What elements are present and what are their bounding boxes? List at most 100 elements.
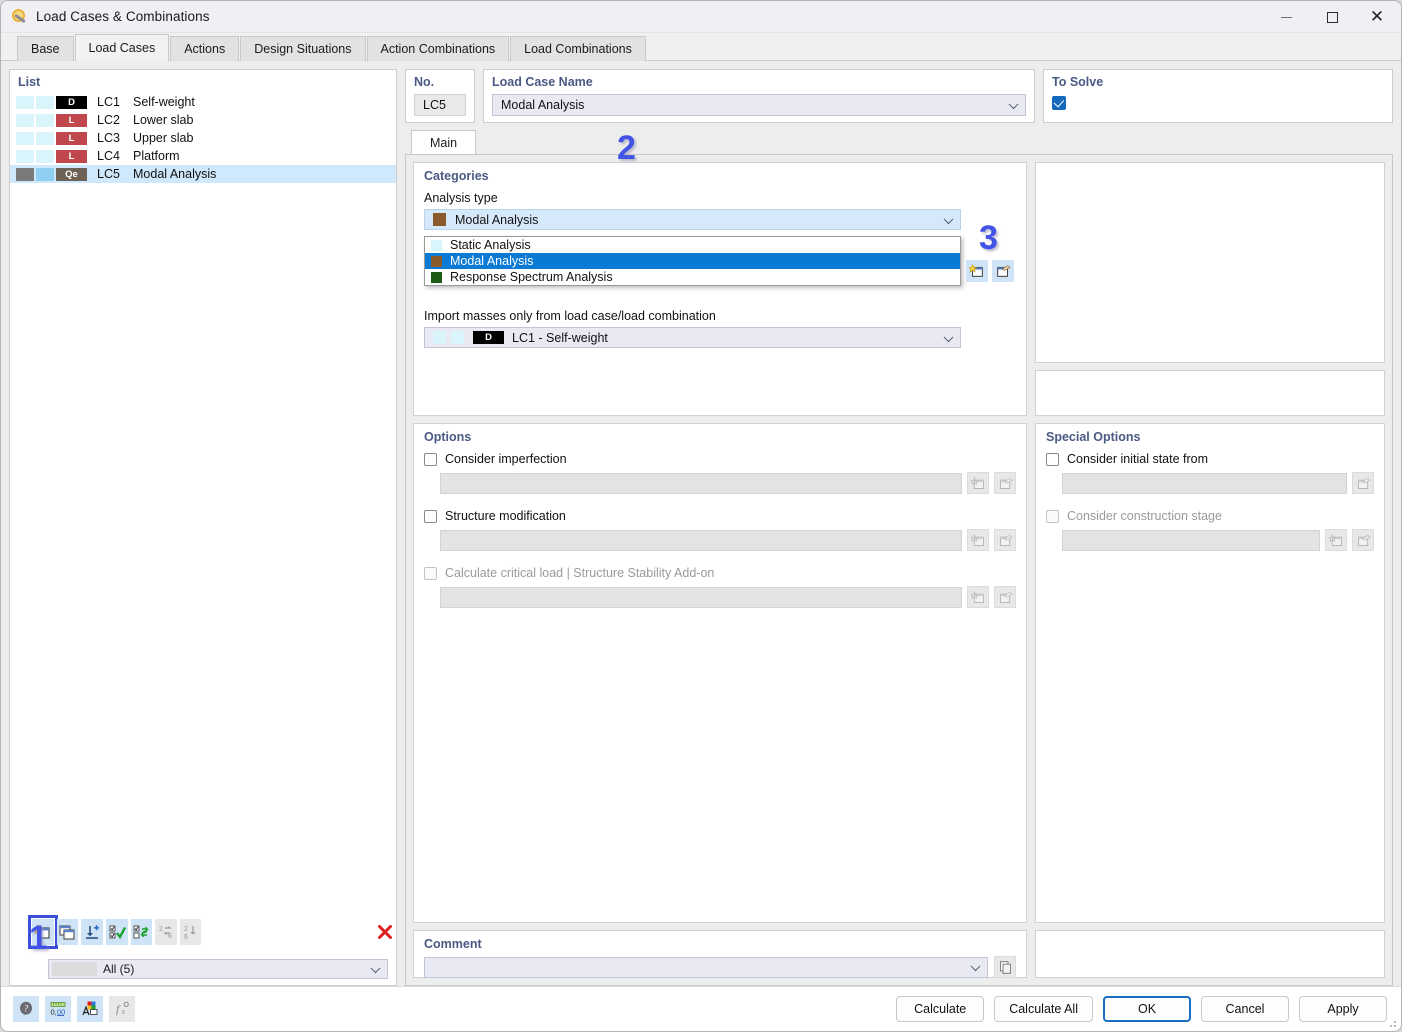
list-filter-label: All (5) xyxy=(103,962,135,976)
load-case-list[interactable]: D LC1 Self-weight L LC2 Lower slab L LC3 xyxy=(10,93,396,985)
consider-construction-stage-checkbox xyxy=(1046,509,1059,523)
dropdown-item-static-analysis[interactable]: Static Analysis xyxy=(425,237,960,253)
svg-text:6: 6 xyxy=(168,933,172,940)
help-button[interactable]: ? xyxy=(13,996,39,1022)
tab-design-situations[interactable]: Design Situations xyxy=(240,36,366,61)
load-case-name-input[interactable]: Modal Analysis xyxy=(492,94,1026,116)
calculate-critical-load-row: Calculate critical load | Structure Stab… xyxy=(424,566,1016,580)
calculate-critical-load-label: Calculate critical load | Structure Stab… xyxy=(445,566,715,580)
dialog-body: List D LC1 Self-weight L LC2 Lower slab xyxy=(1,61,1401,986)
dropdown-item-modal-analysis[interactable]: Modal Analysis xyxy=(425,253,960,269)
minimize-button[interactable] xyxy=(1263,1,1309,33)
select-all-button[interactable] xyxy=(105,919,128,945)
tab-main[interactable]: Main xyxy=(411,130,477,154)
units-button[interactable]: 0, 00 xyxy=(45,996,71,1022)
import-load-case-button[interactable] xyxy=(81,919,103,945)
to-solve-checkbox[interactable] xyxy=(1052,96,1066,110)
option-color-swatch xyxy=(431,255,442,267)
dropdown-item-response-spectrum-analysis[interactable]: Response Spectrum Analysis xyxy=(425,269,960,285)
structure-modification-checkbox[interactable] xyxy=(424,509,437,523)
structure-modification-row[interactable]: Structure modification xyxy=(424,509,1016,523)
chevron-down-icon xyxy=(1008,99,1019,110)
critical-load-input xyxy=(440,586,962,608)
load-case-name-value: Modal Analysis xyxy=(501,98,585,112)
delete-load-case-button[interactable] xyxy=(374,919,396,945)
edit-modal-settings-button[interactable] xyxy=(992,260,1014,282)
upper-right-empty-panel xyxy=(1035,162,1385,363)
copy-load-case-button[interactable] xyxy=(56,919,79,945)
row-name: Upper slab xyxy=(133,131,194,145)
consider-initial-state-checkbox[interactable] xyxy=(1046,452,1059,466)
table-row[interactable]: L LC3 Upper slab xyxy=(10,129,396,147)
no-label: No. xyxy=(414,75,435,89)
tab-base[interactable]: Base xyxy=(17,36,74,61)
table-row[interactable]: D LC1 Self-weight xyxy=(10,93,396,111)
analysis-type-combo[interactable]: Modal Analysis xyxy=(424,209,961,230)
new-stability-button xyxy=(967,586,989,608)
edit-imperfection-button xyxy=(994,472,1016,494)
row-color-swatch-2 xyxy=(36,131,54,145)
special-options-title: Special Options xyxy=(1046,430,1141,444)
window-title: Load Cases & Combinations xyxy=(36,9,210,24)
initial-state-input-line xyxy=(1062,472,1374,494)
imperfection-input xyxy=(440,472,962,494)
load-case-no-input[interactable]: LC5 xyxy=(414,94,466,116)
dropdown-item-label: Response Spectrum Analysis xyxy=(450,270,613,284)
annotation-1: 1 xyxy=(29,919,48,957)
analysis-type-value: Modal Analysis xyxy=(455,212,539,227)
row-tag: L xyxy=(56,149,87,163)
import-masses-value: LC1 - Self-weight xyxy=(512,330,608,345)
no-field-card: No. LC5 xyxy=(405,69,475,123)
table-row[interactable]: L LC2 Lower slab xyxy=(10,111,396,129)
filter-swatch xyxy=(52,962,97,976)
analysis-type-swatch xyxy=(433,213,446,226)
row-color-swatch-2 xyxy=(36,113,54,127)
calculate-all-button[interactable]: Calculate All xyxy=(994,996,1093,1022)
dropdown-item-label: Static Analysis xyxy=(450,238,531,252)
svg-text:0,: 0, xyxy=(51,1008,57,1017)
resize-grip[interactable] xyxy=(1387,1018,1397,1028)
load-cases-window: Load Cases & Combinations ✕ Base Load Ca… xyxy=(0,0,1402,1032)
options-group: Options Consider imperfection Structure … xyxy=(413,423,1027,923)
new-modal-settings-button[interactable] xyxy=(966,260,988,282)
consider-imperfection-checkbox[interactable] xyxy=(424,452,437,466)
main-tab-content: Categories Analysis type Modal Analysis xyxy=(405,154,1393,986)
initial-state-input xyxy=(1062,472,1347,494)
invert-selection-button[interactable] xyxy=(130,919,153,945)
consider-construction-stage-label: Consider construction stage xyxy=(1067,509,1222,523)
consider-imperfection-row[interactable]: Consider imperfection xyxy=(424,452,1016,466)
tab-actions[interactable]: Actions xyxy=(170,36,240,61)
svg-text:2: 2 xyxy=(159,926,163,933)
table-row[interactable]: L LC4 Platform xyxy=(10,147,396,165)
cancel-button[interactable]: Cancel xyxy=(1201,996,1289,1022)
list-filter-row: All (5) xyxy=(10,959,396,979)
list-filter-combo[interactable]: All (5) xyxy=(48,959,388,979)
calculate-button[interactable]: Calculate xyxy=(896,996,985,1022)
import-masses-combo[interactable]: D LC1 - Self-weight xyxy=(424,327,961,348)
title-bar: Load Cases & Combinations ✕ xyxy=(1,1,1401,33)
close-button[interactable]: ✕ xyxy=(1355,1,1401,33)
chevron-down-icon xyxy=(370,963,381,974)
apply-button[interactable]: Apply xyxy=(1299,996,1387,1022)
copy-comment-button[interactable] xyxy=(994,956,1016,978)
svg-text:6: 6 xyxy=(184,934,188,941)
comment-input[interactable] xyxy=(424,956,988,978)
row-name: Self-weight xyxy=(133,95,195,109)
tab-load-combinations[interactable]: Load Combinations xyxy=(510,36,646,61)
header-fields-row: No. LC5 Load Case Name Modal Analysis To… xyxy=(405,69,1393,123)
consider-initial-state-row[interactable]: Consider initial state from xyxy=(1046,452,1374,466)
row-color-swatch-1 xyxy=(16,95,34,109)
comment-right-empty-panel xyxy=(1035,930,1385,978)
row-name: Lower slab xyxy=(133,113,194,127)
colors-button[interactable] xyxy=(77,996,103,1022)
row-tag: L xyxy=(56,131,87,145)
svg-text:?: ? xyxy=(24,1004,29,1014)
row-tag: D xyxy=(56,95,87,109)
analysis-type-dropdown[interactable]: Static Analysis Modal Analysis Response … xyxy=(424,236,961,286)
ok-button[interactable]: OK xyxy=(1103,996,1191,1022)
tab-action-combinations[interactable]: Action Combinations xyxy=(366,36,510,61)
tab-load-cases[interactable]: Load Cases xyxy=(74,34,170,61)
comment-group: Comment xyxy=(413,930,1027,978)
maximize-button[interactable] xyxy=(1309,1,1355,33)
table-row[interactable]: Qe LC5 Modal Analysis xyxy=(10,165,396,183)
